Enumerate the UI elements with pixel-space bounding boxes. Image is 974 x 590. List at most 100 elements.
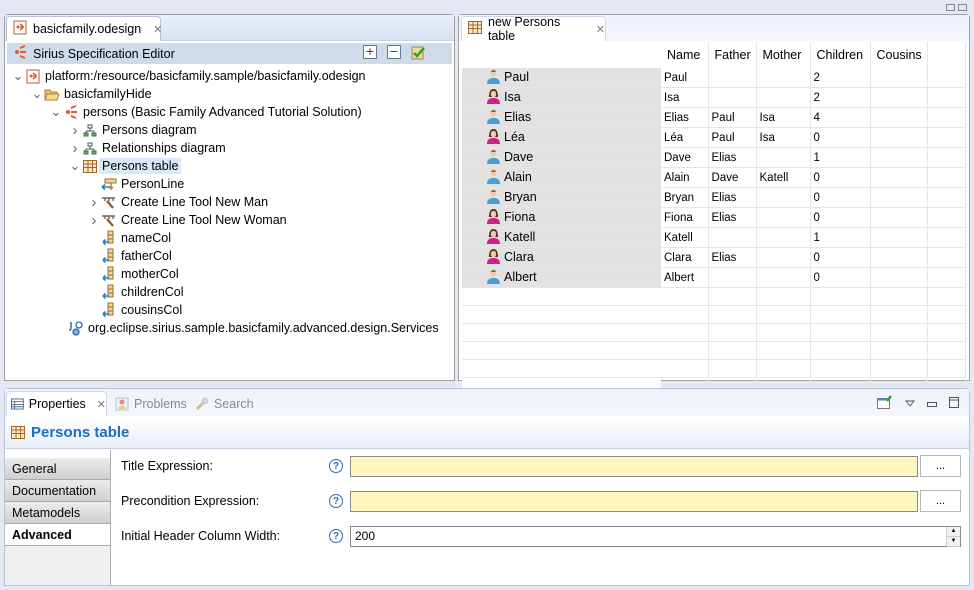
table-row[interactable]: Isa Isa 2: [462, 87, 966, 108]
row-header[interactable]: Paul: [462, 68, 661, 88]
table-cell[interactable]: [870, 68, 928, 88]
table-cell[interactable]: [756, 227, 811, 248]
row-header[interactable]: Isa: [462, 87, 661, 108]
tree-item[interactable]: childrenCol: [11, 283, 450, 301]
table-cell[interactable]: Katell: [756, 167, 811, 188]
tab-new-persons-table[interactable]: new Persons table ✕: [461, 15, 606, 43]
table-row[interactable]: Katell Katell 1: [462, 227, 966, 248]
pin-view-button[interactable]: [877, 395, 893, 412]
chevron-down-icon[interactable]: ⌄: [11, 69, 25, 82]
row-header[interactable]: Alain: [462, 167, 661, 188]
table-cell[interactable]: Bryan: [661, 187, 709, 208]
tree-item[interactable]: › Create Line Tool New Woman: [11, 211, 450, 229]
table-cell[interactable]: Isa: [661, 87, 709, 108]
table-cell[interactable]: Dave: [661, 147, 709, 168]
table-cell[interactable]: [756, 187, 811, 208]
table-cell[interactable]: Katell: [661, 227, 709, 248]
table-cell[interactable]: Elias: [708, 147, 757, 168]
table-row[interactable]: Albert Albert 0: [462, 267, 966, 288]
table-cell[interactable]: [870, 127, 928, 148]
table-cell[interactable]: [756, 147, 811, 168]
column-header[interactable]: Mother: [756, 42, 811, 68]
tab-basicfamily-odesign[interactable]: basicfamily.odesign ✕: [6, 16, 162, 41]
help-icon[interactable]: ?: [329, 459, 343, 473]
table-cell[interactable]: 0: [810, 187, 871, 208]
table-cell[interactable]: 2: [810, 87, 871, 108]
tree-item[interactable]: ⌄ platform:/resource/basicfamily.sample/b…: [11, 67, 450, 85]
table-cell[interactable]: 2: [810, 68, 871, 88]
minimize-button[interactable]: [927, 397, 937, 411]
table-row[interactable]: Paul Paul 2: [462, 68, 966, 88]
table-cell[interactable]: 1: [810, 227, 871, 248]
row-header[interactable]: Katell: [462, 227, 661, 248]
table-cell[interactable]: [870, 207, 928, 228]
table-cell[interactable]: Elias: [661, 107, 709, 128]
table-cell[interactable]: [756, 87, 811, 108]
table-row[interactable]: Elias Elias Paul Isa 4: [462, 107, 966, 128]
section-tab-general[interactable]: General: [5, 458, 110, 480]
table-cell[interactable]: [870, 147, 928, 168]
table-cell[interactable]: [756, 68, 811, 88]
table-cell[interactable]: [708, 87, 757, 108]
row-header[interactable]: Clara: [462, 247, 661, 268]
help-icon[interactable]: ?: [329, 494, 343, 508]
table-cell[interactable]: 4: [810, 107, 871, 128]
table-cell[interactable]: [708, 227, 757, 248]
tab-properties[interactable]: Properties ✕: [6, 391, 107, 416]
table-cell[interactable]: Fiona: [661, 207, 709, 228]
chevron-down-icon[interactable]: ⌄: [68, 159, 82, 172]
table-cell[interactable]: Alain: [661, 167, 709, 188]
tab-search[interactable]: Search: [191, 391, 254, 416]
close-icon[interactable]: ✕: [153, 23, 162, 36]
tree-item[interactable]: fatherCol: [11, 247, 450, 265]
help-icon[interactable]: ?: [329, 529, 343, 543]
chevron-right-icon[interactable]: ›: [87, 194, 101, 211]
table-cell[interactable]: 0: [810, 207, 871, 228]
maximize-icon[interactable]: [958, 4, 967, 11]
tree-item[interactable]: ⌄ persons (Basic Family Advanced Tutorial…: [11, 103, 450, 121]
table-cell[interactable]: [756, 247, 811, 268]
column-header[interactable]: Name: [661, 42, 709, 68]
table-row[interactable]: Fiona Fiona Elias 0: [462, 207, 966, 228]
table-cell[interactable]: Léa: [661, 127, 709, 148]
precondition-expression-browse-button[interactable]: ...: [920, 490, 961, 512]
row-header[interactable]: Fiona: [462, 207, 661, 228]
column-header[interactable]: Cousins: [870, 42, 928, 68]
table-row[interactable]: Léa Léa Paul Isa 0: [462, 127, 966, 148]
table-cell[interactable]: [756, 267, 811, 288]
table-cell[interactable]: Albert: [661, 267, 709, 288]
table-cell[interactable]: Clara: [661, 247, 709, 268]
row-header[interactable]: Léa: [462, 127, 661, 148]
section-tab-documentation[interactable]: Documentation: [5, 480, 110, 502]
table-row[interactable]: Dave Dave Elias 1: [462, 147, 966, 168]
tree-item[interactable]: cousinsCol: [11, 301, 450, 319]
table-cell[interactable]: [870, 267, 928, 288]
table-row[interactable]: Alain Alain Dave Katell 0: [462, 167, 966, 188]
table-cell[interactable]: [870, 87, 928, 108]
table-cell[interactable]: Isa: [756, 107, 811, 128]
table-cell[interactable]: Elias: [708, 207, 757, 228]
table-cell[interactable]: 0: [810, 247, 871, 268]
section-tab-metamodels[interactable]: Metamodels: [5, 502, 110, 524]
table-cell[interactable]: [870, 227, 928, 248]
table-cell[interactable]: Paul: [708, 107, 757, 128]
table-cell[interactable]: Paul: [708, 127, 757, 148]
table-row[interactable]: Bryan Bryan Elias 0: [462, 187, 966, 208]
row-header[interactable]: Elias: [462, 107, 661, 128]
close-icon[interactable]: ✕: [596, 23, 605, 36]
spin-down-icon[interactable]: ▼: [947, 536, 960, 547]
initial-header-column-width-input[interactable]: [351, 526, 946, 546]
table-cell[interactable]: 1: [810, 147, 871, 168]
table-cell[interactable]: 0: [810, 127, 871, 148]
chevron-down-icon[interactable]: ⌄: [30, 87, 44, 100]
column-header[interactable]: Children: [810, 42, 871, 68]
table-cell[interactable]: Elias: [708, 187, 757, 208]
tree-item[interactable]: ⌄ Persons table: [11, 157, 450, 175]
minimize-icon[interactable]: [946, 4, 955, 11]
tree-item[interactable]: › Create Line Tool New Man: [11, 193, 450, 211]
maximize-button[interactable]: [949, 396, 959, 411]
table-cell[interactable]: 0: [810, 267, 871, 288]
tree-item[interactable]: org.eclipse.sirius.sample.basicfamily.ad…: [11, 319, 450, 337]
tree-item[interactable]: › Relationships diagram: [11, 139, 450, 157]
chevron-right-icon[interactable]: ›: [68, 122, 82, 139]
